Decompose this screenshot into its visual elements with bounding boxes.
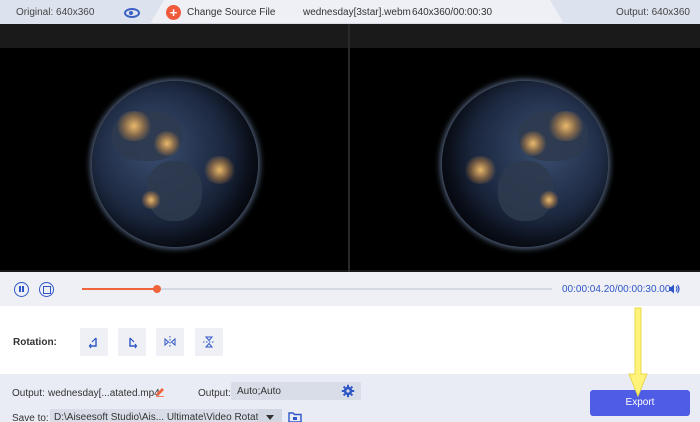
save-to-label: Save to: [12, 413, 49, 422]
save-path-select[interactable]: D:\Aiseesoft Studio\Ais... Ultimate\Vide… [50, 409, 282, 422]
playback-controls: 00:00:04.20/00:00:30.00 [0, 272, 700, 306]
flip-vertical-icon [203, 336, 215, 348]
progress-knob[interactable] [153, 285, 162, 293]
rotate-left-icon [88, 337, 97, 349]
timecode: 00:00:04.20/00:00:30.00 [562, 284, 671, 295]
rotate-right-icon [129, 337, 138, 349]
original-preview [0, 48, 348, 270]
output-format-label: Output: [198, 388, 231, 399]
add-icon[interactable]: + [166, 5, 181, 20]
output-name-label: Output: [12, 388, 45, 399]
output-format-select[interactable]: Auto;Auto [231, 382, 361, 400]
progress-track[interactable] [82, 285, 552, 293]
edit-icon[interactable] [155, 387, 165, 397]
annotation-arrow [628, 307, 648, 398]
stop-button[interactable] [39, 282, 54, 297]
output-resolution-label: Output: 640x360 [616, 7, 690, 18]
chevron-down-icon[interactable] [258, 409, 282, 422]
flip-horizontal-icon [164, 336, 176, 348]
volume-icon[interactable] [668, 283, 680, 295]
source-file-info: 640x360/00:00:30 [412, 7, 493, 18]
folder-icon[interactable] [288, 411, 302, 422]
flip-horizontal-button[interactable] [156, 328, 184, 356]
source-filename: wednesday[3star].webm [303, 7, 411, 18]
gear-icon[interactable] [341, 384, 355, 398]
save-path-value: D:\Aiseesoft Studio\Ais... Ultimate\Vide… [54, 412, 268, 422]
rotation-label: Rotation: [13, 337, 57, 348]
flip-vertical-button[interactable] [195, 328, 223, 356]
video-rotator-window: Original: 640x360 + Change Source File w… [0, 0, 700, 422]
progress-fill [82, 288, 158, 290]
original-tab: Original: 640x360 [0, 0, 164, 24]
eye-icon[interactable] [124, 8, 140, 18]
output-name-value: wednesday[...atated.mp4 [48, 388, 160, 399]
preview-area [0, 24, 700, 272]
pause-button[interactable] [14, 282, 29, 297]
change-source-file-button[interactable]: Change Source File [187, 7, 275, 18]
earth-image-rotated [442, 81, 608, 247]
output-tab: Output: 640x360 [550, 0, 700, 24]
output-format-value: Auto;Auto [237, 386, 281, 397]
earth-image [92, 81, 258, 247]
rotate-left-button[interactable] [80, 328, 108, 356]
top-bar: Original: 640x360 + Change Source File w… [0, 0, 700, 24]
original-resolution-label: Original: 640x360 [16, 7, 95, 18]
output-preview [350, 48, 700, 270]
rotation-panel: Rotation: [0, 306, 700, 374]
rotate-right-button[interactable] [118, 328, 146, 356]
